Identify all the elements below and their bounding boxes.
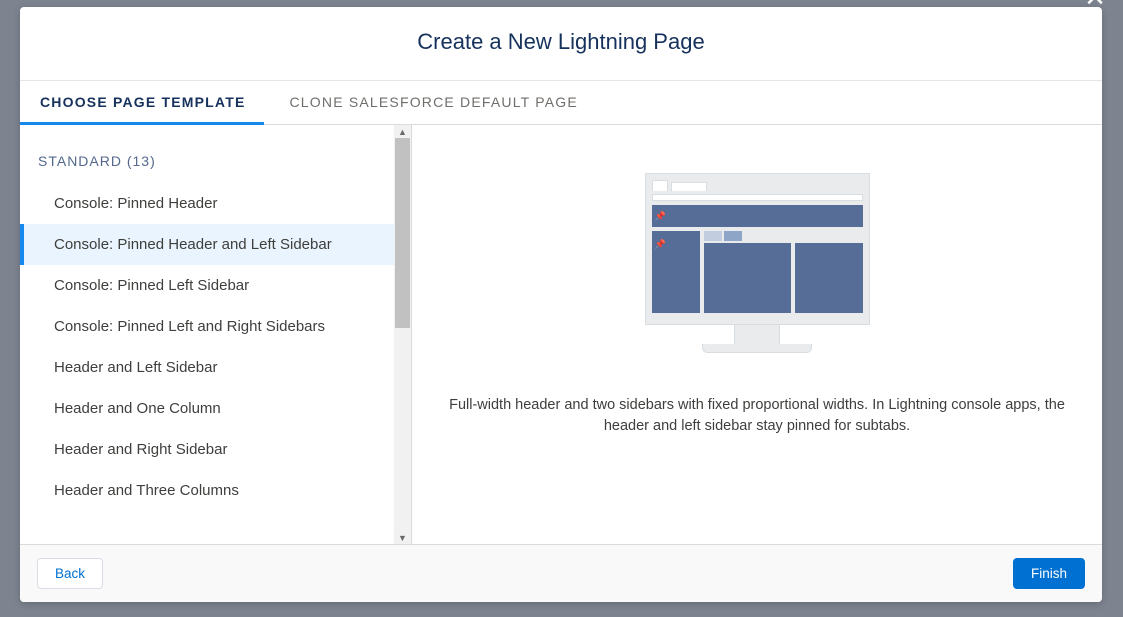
template-item[interactable]: Console: Pinned Left Sidebar [20,265,394,306]
back-button[interactable]: Back [37,558,103,589]
scroll-track[interactable] [394,138,411,531]
template-group-standard: STANDARD (13) [20,125,394,183]
template-preview-pane: 📌 📌 [412,125,1102,544]
template-list-pane: STANDARD (13) Console: Pinned Header Con… [20,125,412,544]
template-item[interactable]: Console: Pinned Header and Left Sidebar [20,224,394,265]
create-lightning-page-modal: Create a New Lightning Page CHOOSE PAGE … [20,7,1102,602]
scroll-thumb[interactable] [395,138,410,328]
scrollbar[interactable]: ▲ ▼ [394,125,411,544]
template-item[interactable]: Header and Three Columns [20,470,394,511]
page-title: Create a New Lightning Page [20,29,1102,55]
template-item[interactable]: Header and Right Sidebar [20,429,394,470]
template-list: STANDARD (13) Console: Pinned Header Con… [20,125,394,544]
modal-header: Create a New Lightning Page [20,7,1102,81]
scroll-down-icon[interactable]: ▼ [394,531,411,544]
scroll-up-icon[interactable]: ▲ [394,125,411,138]
modal-body: STANDARD (13) Console: Pinned Header Con… [20,125,1102,544]
template-item[interactable]: Console: Pinned Left and Right Sidebars [20,306,394,347]
template-description: Full-width header and two sidebars with … [437,395,1077,437]
template-item[interactable]: Header and One Column [20,388,394,429]
template-item[interactable]: Console: Pinned Header [20,183,394,224]
tab-bar: CHOOSE PAGE TEMPLATE CLONE SALESFORCE DE… [20,81,1102,125]
template-preview-illustration: 📌 📌 [645,173,870,353]
pin-icon: 📌 [655,239,666,249]
tab-clone-salesforce-default-page[interactable]: CLONE SALESFORCE DEFAULT PAGE [290,81,578,124]
finish-button[interactable]: Finish [1013,558,1085,589]
modal-footer: Back Finish [20,544,1102,602]
pin-icon: 📌 [655,211,666,222]
template-item[interactable]: Header and Left Sidebar [20,347,394,388]
tab-choose-page-template[interactable]: CHOOSE PAGE TEMPLATE [40,81,246,124]
